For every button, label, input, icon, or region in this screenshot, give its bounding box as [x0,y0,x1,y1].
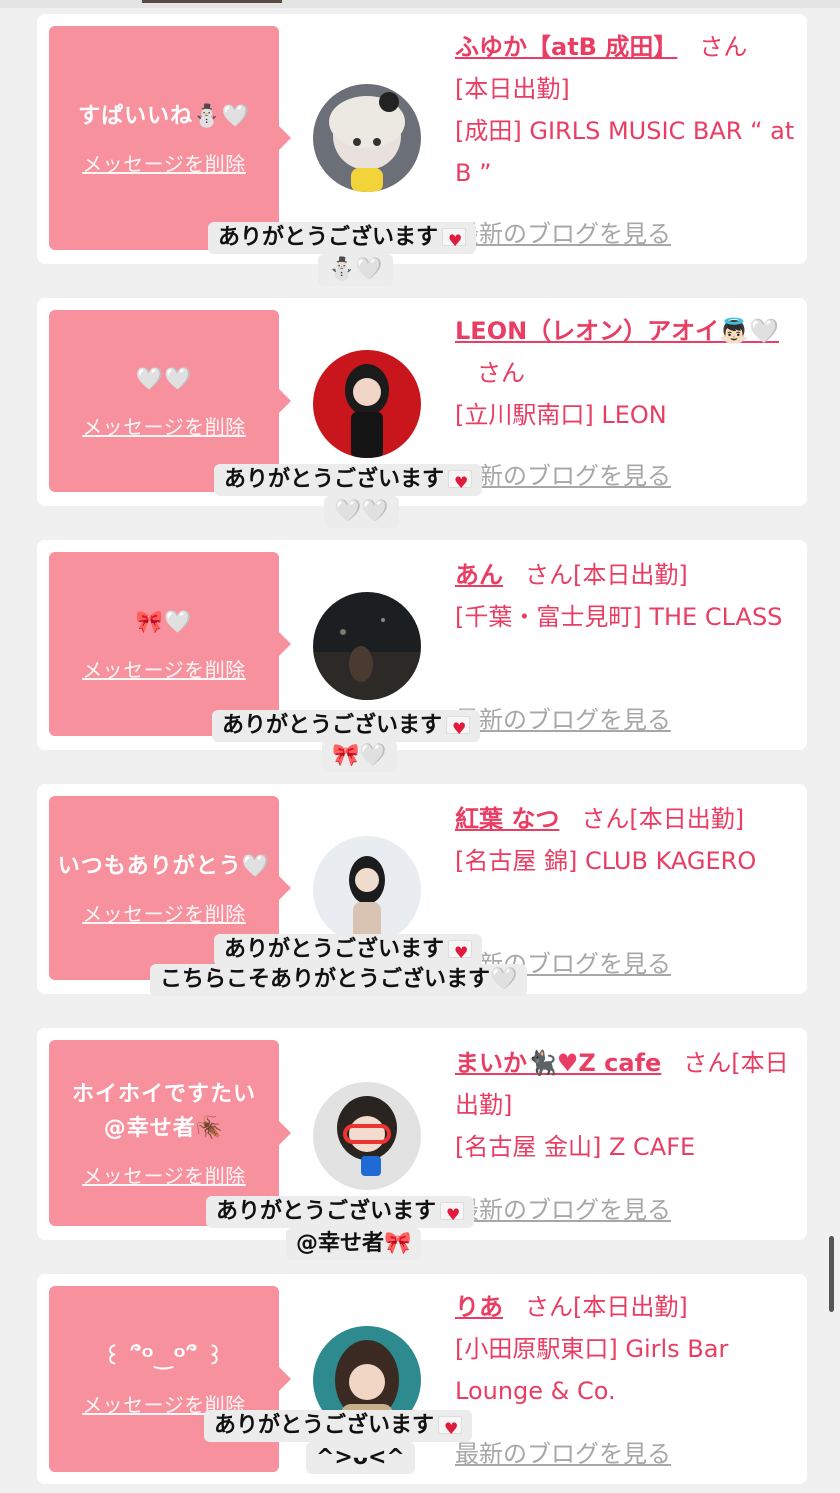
reply-text: ありがとうございます [224,467,445,492]
san-label: さん [525,561,573,589]
reply-line: ありがとうございます [204,1410,473,1445]
reply-text: 🎀🤍 [332,743,387,768]
scrollbar[interactable] [829,1236,834,1312]
shop-text: [小田原駅東口] Girls Bar Lounge & Co. [455,1335,729,1405]
status-text: [本日出勤] [629,805,745,833]
reply-text: ありがとうございます [214,1413,435,1438]
girl-info: LEON（レオン）アオイ👼🏻🤍 さん [立川駅南口] LEON [455,310,795,436]
girl-name-link[interactable]: まいか🐈‍⬛♥Z cafe [455,1049,661,1077]
shop-text: [千葉・富士見町] THE CLASS [455,603,783,631]
shop-text: [名古屋 錦] CLUB KAGERO [455,847,757,875]
reply-text: ^>ᴗ<^ [316,1445,405,1470]
delete-message-link[interactable]: メッセージを削除 [82,1160,246,1189]
san-label: さん [477,359,525,387]
heart-envelope-icon [438,1413,463,1445]
active-tab-indicator [142,0,282,3]
reply-line: @幸せ者🎀 [286,1228,422,1260]
reply-text: ありがとうございます [216,1199,437,1224]
girl-name-link[interactable]: あん [455,561,503,589]
reply-text: ありがとうございます [218,225,439,250]
heart-envelope-icon [446,713,471,745]
status-text: [本日出勤] [573,561,688,589]
message-text: いつもありがとう🤍 [57,853,271,879]
girl-info: ふゆか【atB 成田】 さん [本日出勤] [成田] GIRLS MUSIC BA… [455,26,795,194]
san-label: さん [699,33,748,61]
reply-text: 🤍🤍 [334,499,389,524]
message-text: ꒰ ՞ᴼ‿ᴼ՞ ꒱ [103,1344,225,1370]
reply-text: ⛄🤍 [328,257,383,282]
reply-text: @幸せ者🎀 [296,1231,412,1256]
latest-blog-link[interactable]: 最新のブログを見る [455,1434,671,1469]
message-text: 🤍🤍 [135,366,193,392]
status-text: [本日出勤] [573,1293,688,1321]
latest-blog-link[interactable]: 最新のブログを見る [455,214,671,249]
avatar[interactable] [313,1082,421,1190]
heart-envelope-icon [448,937,473,969]
latest-blog-link[interactable]: 最新のブログを見る [455,456,671,491]
girl-info: まいか🐈‍⬛♥Z cafe さん[本日出勤] [名古屋 金山] Z CAFE [455,1042,795,1168]
girl-name-link[interactable]: りあ [455,1293,503,1321]
girl-info: あん さん[本日出勤] [千葉・富士見町] THE CLASS [455,554,795,638]
girl-info: 紅葉 なつ さん[本日出勤] [名古屋 錦] CLUB KAGERO [455,798,795,882]
reply-line: ありがとうございます [208,222,477,257]
reply-line: ありがとうございます [214,934,483,969]
girl-name-link[interactable]: ふゆか【atB 成田】 [455,33,677,61]
message-card: ꒰ ՞ᴼ‿ᴼ՞ ꒱ メッセージを削除 りあ さん[本日出勤] [小田原駅東口] G… [37,1274,807,1484]
delete-message-link[interactable]: メッセージを削除 [82,898,246,927]
reply-line: ありがとうございます [212,710,481,745]
reply-line: 🎀🤍 [322,740,397,772]
shop-text: [立川駅南口] LEON [455,401,667,429]
status-text: [本日出勤] [455,75,570,103]
girl-info: りあ さん[本日出勤] [小田原駅東口] Girls Bar Lounge & C… [455,1286,795,1412]
avatar[interactable] [313,836,421,944]
delete-message-link[interactable]: メッセージを削除 [82,654,246,683]
reply-line: 🤍🤍 [324,496,399,528]
shop-text: [成田] GIRLS MUSIC BAR “ at B ” [455,117,795,187]
heart-envelope-icon [448,467,473,499]
shop-text: [名古屋 金山] Z CAFE [455,1133,696,1161]
san-label: さん [683,1049,732,1077]
san-label: さん [525,1293,573,1321]
avatar[interactable] [313,592,421,700]
reply-text: ありがとうございます [222,713,443,738]
heart-envelope-icon [442,225,467,257]
girl-name-link[interactable]: LEON（レオン）アオイ👼🏻🤍 [455,317,779,345]
reply-line: ^>ᴗ<^ [306,1442,415,1474]
girl-name-link[interactable]: 紅葉 なつ [455,805,559,833]
heart-envelope-icon [440,1199,465,1231]
san-label: さん [581,805,630,833]
latest-blog-link[interactable]: 最新のブログを見る [455,700,671,735]
avatar[interactable] [313,84,421,192]
avatar[interactable] [313,350,421,458]
top-bar [0,0,840,8]
latest-blog-link[interactable]: 最新のブログを見る [455,1190,671,1225]
delete-message-link[interactable]: メッセージを削除 [82,411,246,440]
reply-text: ありがとうございます [224,937,445,962]
delete-message-link[interactable]: メッセージを削除 [82,148,246,177]
message-text: 🎀🤍 [135,609,193,635]
reply-line: ⛄🤍 [318,254,393,286]
reply-line: ありがとうございます [214,464,483,499]
reply-text: こちらこそありがとうございます🤍 [160,967,518,992]
reply-line: こちらこそありがとうございます🤍 [150,964,528,996]
message-bubble: すぱいいね⛄🤍 メッセージを削除 [49,26,291,250]
message-text: すぱいいね⛄🤍 [78,103,250,129]
reply-line: ありがとうございます [206,1196,475,1231]
message-text: ホイホイですたい@幸せ者🪳 [72,1081,257,1141]
message-bubble: 🎀🤍 メッセージを削除 [49,552,291,736]
message-bubble: ꒰ ՞ᴼ‿ᴼ՞ ꒱ メッセージを削除 [49,1286,291,1472]
